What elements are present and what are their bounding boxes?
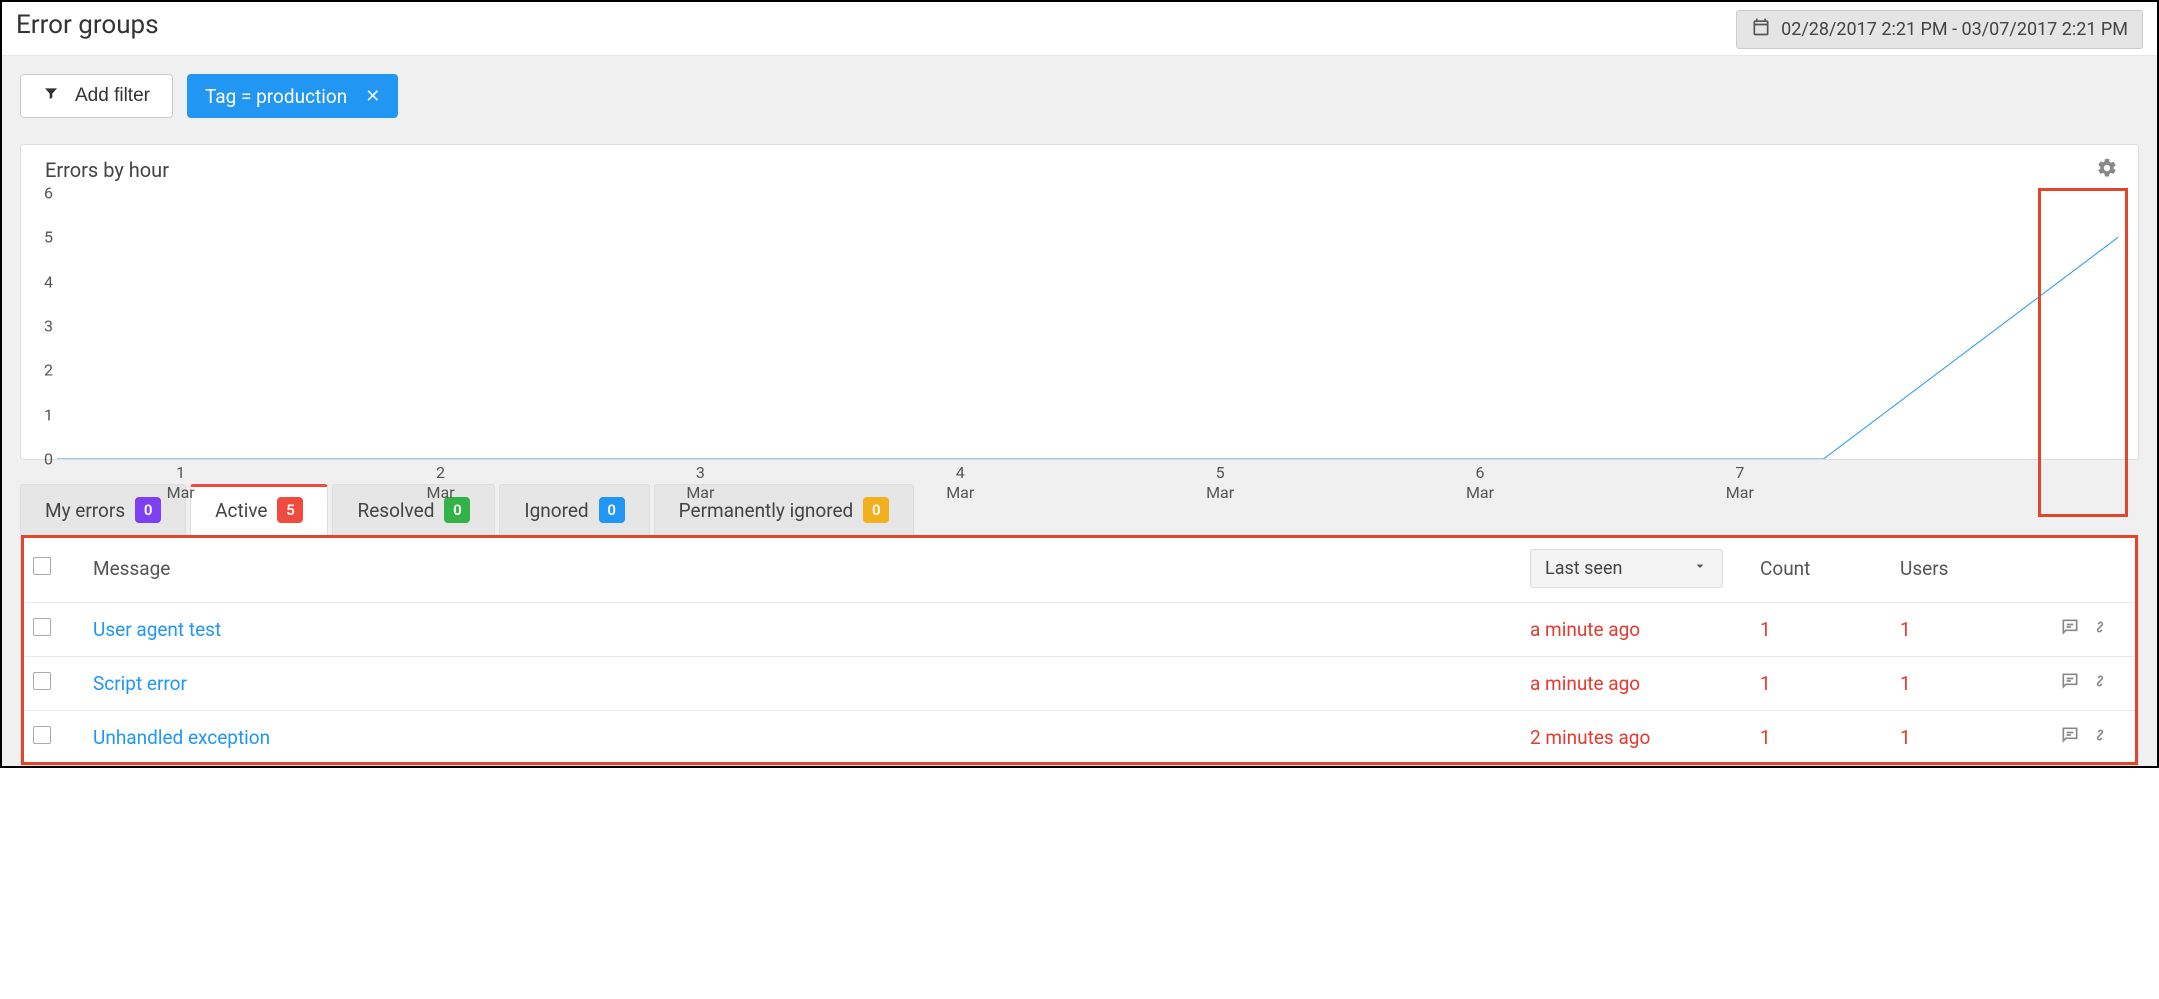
tab-label: Ignored [524, 499, 588, 522]
x-tick: 6Mar [1466, 459, 1494, 503]
date-range-picker[interactable]: 02/28/2017 2:21 PM - 03/07/2017 2:21 PM [1736, 10, 2143, 49]
page-title: Error groups [16, 10, 159, 40]
table-row: User agent test a minute ago 1 1 [21, 603, 2138, 657]
gear-icon [2096, 167, 2118, 183]
y-tick: 3 [35, 317, 53, 336]
comment-icon[interactable] [2060, 725, 2080, 750]
link-icon[interactable] [2090, 725, 2110, 750]
tab-label: Resolved [357, 499, 434, 522]
count-text: 1 [1760, 726, 1771, 749]
error-message-link[interactable]: Script error [93, 672, 187, 695]
add-filter-label: Add filter [75, 85, 150, 107]
last-seen-text: 2 minutes ago [1530, 726, 1650, 749]
filter-icon [43, 85, 59, 107]
tab-badge: 0 [599, 497, 625, 523]
users-text: 1 [1900, 726, 1911, 749]
calendar-icon [1751, 17, 1771, 42]
tab-badge: 5 [277, 497, 303, 523]
table-row: Script error a minute ago 1 1 [21, 657, 2138, 711]
tab-ignored[interactable]: Ignored 0 [499, 484, 649, 535]
y-tick: 5 [35, 228, 53, 247]
x-tick: 7Mar [1726, 459, 1754, 503]
tab-my-errors[interactable]: My errors 0 [20, 484, 186, 535]
tab-label: My errors [45, 499, 125, 522]
date-range-text: 02/28/2017 2:21 PM - 03/07/2017 2:21 PM [1781, 19, 2128, 40]
chevron-down-icon [1692, 558, 1708, 579]
select-all-checkbox[interactable] [33, 557, 51, 575]
last-seen-text: a minute ago [1530, 672, 1640, 695]
error-message-link[interactable]: User agent test [93, 618, 221, 641]
chart-title: Errors by hour [45, 158, 169, 182]
chart-settings-button[interactable] [2096, 157, 2118, 183]
link-icon[interactable] [2090, 671, 2110, 696]
column-message[interactable]: Message [81, 535, 1518, 603]
x-tick: 5Mar [1206, 459, 1234, 503]
tab-label: Active [215, 499, 267, 522]
comment-icon[interactable] [2060, 617, 2080, 642]
column-count[interactable]: Count [1748, 535, 1888, 603]
comment-icon[interactable] [2060, 671, 2080, 696]
close-icon[interactable]: ✕ [365, 86, 380, 107]
y-tick: 4 [35, 272, 53, 291]
table-row: Unhandled exception 2 minutes ago 1 1 [21, 711, 2138, 765]
y-tick: 6 [35, 184, 53, 203]
column-users[interactable]: Users [1888, 535, 2048, 603]
y-tick: 2 [35, 361, 53, 380]
x-tick: 1Mar [167, 459, 195, 503]
y-tick: 0 [35, 450, 53, 469]
filter-chip-tag-production[interactable]: Tag = production ✕ [187, 74, 398, 118]
tab-badge: 0 [135, 497, 161, 523]
x-tick: 4Mar [946, 459, 974, 503]
row-checkbox[interactable] [33, 618, 51, 636]
filter-chip-label: Tag = production [205, 85, 347, 108]
link-icon[interactable] [2090, 617, 2110, 642]
error-message-link[interactable]: Unhandled exception [93, 726, 270, 749]
last-seen-text: a minute ago [1530, 618, 1640, 641]
column-last-seen-label: Last seen [1545, 558, 1622, 579]
x-tick: 2Mar [426, 459, 454, 503]
count-text: 1 [1760, 672, 1771, 695]
users-text: 1 [1900, 672, 1911, 695]
chart-panel: Errors by hour 01234561Mar2Mar3Mar4Mar5M… [20, 144, 2139, 460]
row-checkbox[interactable] [33, 726, 51, 744]
users-text: 1 [1900, 618, 1911, 641]
add-filter-button[interactable]: Add filter [20, 74, 173, 118]
tab-badge: 0 [863, 497, 889, 523]
tab-resolved[interactable]: Resolved0 [332, 484, 495, 535]
x-tick: 3Mar [686, 459, 714, 503]
y-tick: 1 [35, 405, 53, 424]
row-checkbox[interactable] [33, 672, 51, 690]
tab-active[interactable]: Active 5 [190, 484, 328, 535]
column-last-seen-sort[interactable]: Last seen [1530, 549, 1723, 588]
count-text: 1 [1760, 618, 1771, 641]
chart-plot: 01234561Mar2Mar3Mar4Mar5Mar6Mar7Mar [57, 193, 2118, 459]
